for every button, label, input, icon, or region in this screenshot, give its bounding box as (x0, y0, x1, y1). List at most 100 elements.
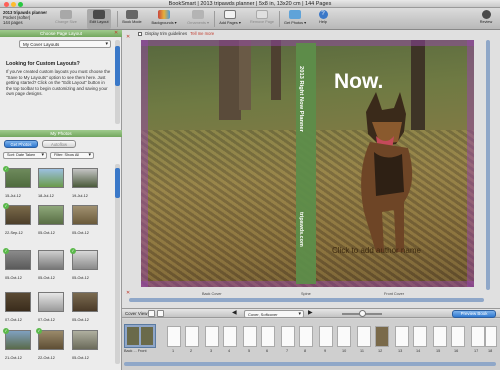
page-thumb[interactable] (185, 326, 199, 347)
photo-thumbnail[interactable] (5, 330, 31, 350)
photo-thumbnail[interactable] (72, 205, 98, 225)
spine-label: Spine (301, 292, 311, 296)
page-thumb[interactable] (299, 326, 313, 347)
photo-date: 05-Oct-12 (72, 318, 89, 322)
used-check-icon: ✓ (3, 328, 9, 334)
help-button[interactable]: ? Help (314, 9, 332, 29)
photo-thumbnail[interactable] (38, 292, 64, 312)
canvas-vertical-scrollbar[interactable] (486, 40, 490, 290)
canvas-horizontal-scrollbar[interactable] (129, 298, 484, 302)
display-guidelines-row[interactable]: Display trim guidelines Tell me more (138, 31, 214, 36)
change-size-button[interactable]: Change Size (53, 9, 79, 29)
page-view-select[interactable]: Cover, Softcover (244, 310, 304, 318)
spine-url[interactable]: tripawds.com (298, 212, 304, 247)
page-thumb[interactable] (243, 326, 257, 347)
page-thumb[interactable] (223, 326, 237, 347)
edit-layout-button[interactable]: Edit Layout (87, 9, 111, 29)
photo-thumbnail[interactable] (5, 250, 31, 270)
page-thumb[interactable] (433, 326, 447, 347)
front-cover-thumb (141, 327, 153, 345)
guidelines-help-link[interactable]: Tell me more (190, 31, 214, 36)
title-bar: BookSmart | 2013 tripawds planner | 5x8 … (0, 0, 500, 8)
page-strip-scrollbar[interactable] (124, 362, 496, 366)
page-thumb[interactable] (319, 326, 333, 347)
dog-photo (361, 92, 413, 252)
page-thumb[interactable] (167, 326, 181, 347)
author-name-field[interactable]: Click to add author name (332, 246, 421, 255)
tree-trunk (219, 40, 241, 120)
photo-thumbnail[interactable] (72, 168, 98, 188)
book-mode-button[interactable]: Book Mode (121, 9, 143, 29)
page-thumb[interactable] (395, 326, 409, 347)
previous-page-icon[interactable]: ◀ (232, 310, 237, 317)
photos-icon (289, 10, 301, 19)
photo-date: 05-Oct-12 (5, 276, 22, 280)
zoom-slider-knob[interactable] (359, 310, 366, 317)
page-thumb[interactable] (357, 326, 371, 347)
canvas-corner-close-icon[interactable]: ✕ (126, 290, 130, 296)
project-pages: 144 pages (3, 20, 23, 25)
photo-thumbnail[interactable] (38, 168, 64, 188)
cover-thumb-label: Back ... Front (124, 349, 147, 353)
cover-spread-thumb[interactable] (124, 324, 156, 348)
autoflow-button[interactable]: Autoflow (42, 140, 76, 148)
next-page-icon[interactable]: ▶ (308, 310, 313, 317)
get-photos-button[interactable]: Get Photos (4, 140, 38, 148)
photo-thumbnail[interactable] (72, 330, 98, 350)
used-check-icon: ✓ (3, 248, 9, 254)
photo-thumbnail[interactable] (38, 205, 64, 225)
page-thumb[interactable] (281, 326, 295, 347)
canvas-close-icon[interactable]: ✕ (126, 34, 130, 40)
photo-thumbnail[interactable] (5, 168, 31, 188)
add-pages-icon (224, 10, 236, 19)
photo-thumbnail[interactable] (38, 330, 64, 350)
scrollbar-thumb[interactable] (115, 46, 120, 86)
page-thumb[interactable] (471, 326, 485, 347)
page-thumb-photo[interactable] (375, 326, 389, 347)
layout-select[interactable]: My Cover Layouts (19, 40, 111, 48)
zoom-window-button[interactable] (18, 1, 23, 7)
layout-panel-scrollbar[interactable] (115, 40, 120, 124)
used-check-icon: ✓ (36, 328, 42, 334)
panel-close-icon[interactable]: ✕ (114, 30, 121, 37)
cover-headline[interactable]: Now. (334, 70, 383, 94)
page-thumb[interactable] (485, 326, 497, 347)
photo-thumbnail[interactable] (5, 292, 31, 312)
minimize-window-button[interactable] (11, 1, 16, 7)
photo-date: 05-Oct-12 (72, 276, 89, 280)
filter-select[interactable]: Filter: Show All (50, 152, 94, 159)
cover-view-bar: Cover View ◀ Cover, Softcover ▶ Preview … (122, 308, 500, 318)
tip-title: Looking for Custom Layouts? (6, 61, 80, 67)
choose-layout-header[interactable]: Choose Page Layout (0, 30, 122, 37)
backgrounds-button[interactable]: Backgrounds ▾ (148, 9, 180, 29)
get-photos-toolbar-button[interactable]: Get Photos ▾ (282, 9, 308, 29)
spread-view-icon[interactable] (157, 310, 164, 317)
page-thumb[interactable] (413, 326, 427, 347)
add-pages-button[interactable]: Add Pages ▾ (217, 9, 243, 29)
close-window-button[interactable] (4, 1, 9, 7)
review-button[interactable]: Review (476, 9, 496, 29)
sort-select[interactable]: Sort: Date Taken (3, 152, 47, 159)
window-title: BookSmart | 2013 tripawds planner | 5x8 … (168, 1, 332, 7)
remove-page-button[interactable]: Remove Page (248, 9, 276, 29)
ornaments-button[interactable]: Ornaments ▾ (184, 9, 212, 29)
help-icon: ? (318, 10, 328, 19)
page-thumb[interactable] (337, 326, 351, 347)
guidelines-checkbox[interactable] (138, 32, 142, 36)
page-number: 3 (210, 349, 213, 353)
page-thumb[interactable] (205, 326, 219, 347)
page-thumb[interactable] (451, 326, 465, 347)
photo-thumbnail[interactable] (72, 292, 98, 312)
preview-book-button[interactable]: Preview Book (452, 310, 496, 318)
photos-scrollbar[interactable] (115, 164, 120, 364)
photo-thumbnail[interactable] (72, 250, 98, 270)
photo-thumbnail[interactable] (5, 205, 31, 225)
photo-thumbnail[interactable] (38, 250, 64, 270)
spine-title[interactable]: 2013 Right Now Planner (298, 66, 304, 132)
photo-date: 05-Oct-12 (72, 231, 89, 235)
my-photos-header[interactable]: My Photos (0, 130, 122, 137)
page-number: 14 (416, 349, 421, 353)
page-thumb[interactable] (261, 326, 275, 347)
scrollbar-thumb[interactable] (115, 168, 120, 198)
grid-view-icon[interactable] (148, 310, 155, 317)
